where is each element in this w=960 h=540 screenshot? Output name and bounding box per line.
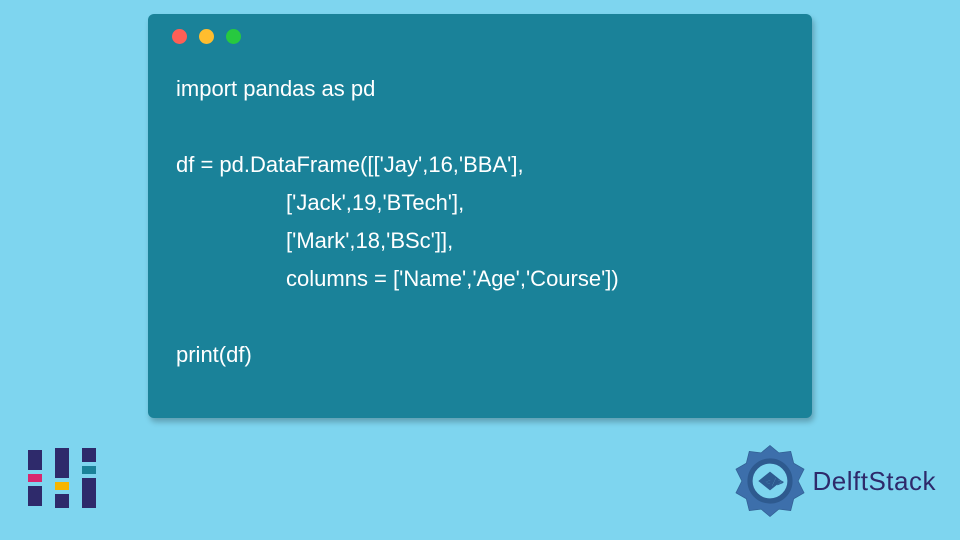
code-block: import pandas as pd df = pd.DataFrame([[…	[148, 58, 812, 374]
code-line: ['Jack',19,'BTech'],	[176, 190, 464, 215]
code-line: import pandas as pd	[176, 76, 375, 101]
brand-name: DelftStack	[813, 466, 937, 497]
window-titlebar	[148, 14, 812, 58]
code-line: ['Mark',18,'BSc']],	[176, 228, 453, 253]
close-icon[interactable]	[172, 29, 187, 44]
code-line: df = pd.DataFrame([['Jay',16,'BBA'],	[176, 152, 524, 177]
code-line: print(df)	[176, 342, 252, 367]
code-window: import pandas as pd df = pd.DataFrame([[…	[148, 14, 812, 418]
maximize-icon[interactable]	[226, 29, 241, 44]
brand-logo: </> DelftStack	[733, 444, 937, 518]
delftstack-emblem-icon: </>	[733, 444, 807, 518]
secondary-logo-icon	[28, 444, 96, 512]
minimize-icon[interactable]	[199, 29, 214, 44]
svg-text:</>: </>	[764, 476, 783, 488]
code-line: columns = ['Name','Age','Course'])	[176, 266, 619, 291]
